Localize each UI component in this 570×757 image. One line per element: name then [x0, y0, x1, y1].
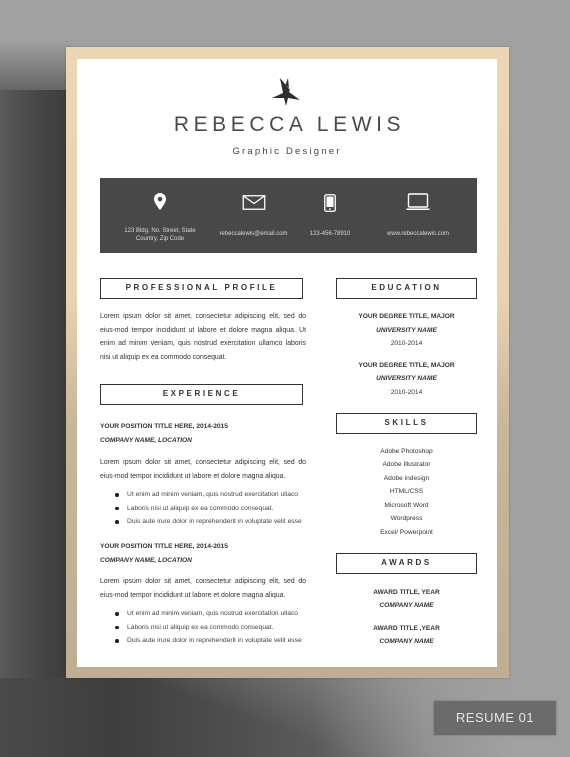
contact-website: www.rebeccalewis.com: [370, 178, 466, 253]
skill-item: Wordpress: [390, 515, 423, 522]
envelope-icon: [242, 195, 265, 210]
contact-band: 123 Bldg. No. Street, State Country, Zip…: [100, 178, 477, 253]
resume-label-badge: RESUME 01: [434, 701, 556, 735]
location-pin-icon: [154, 193, 166, 210]
award-company: COMPANY NAME: [379, 602, 434, 609]
job-description: Lorem ipsum dolor sit amet, consectetur …: [100, 578, 306, 599]
degree-title: YOUR DEGREE TITLE, MAJOR: [358, 362, 455, 369]
bullet-dot: [115, 493, 119, 497]
contact-email: rebeccalewis@email.com: [206, 178, 301, 253]
bullet-text: Duis aute irure dolor in reprehenderit i…: [127, 637, 302, 644]
skill-item: Adobe Photoshop: [380, 448, 433, 455]
bullet-dot: [115, 612, 119, 616]
job-bullets: Ut enim ad minim veniam, quis nostrud ex…: [100, 607, 310, 648]
university-name: UNIVERSITY NAME: [376, 327, 437, 334]
bullet-item: Ut enim ad minim veniam, quis nostrud ex…: [100, 607, 310, 621]
bullet-text: Laboris nisi ut aliquip ex ea commodo co…: [127, 623, 274, 631]
education-years: 2010-2014: [390, 389, 423, 396]
award-company: COMPANY NAME: [379, 638, 434, 645]
degree-title: YOUR DEGREE TITLE, MAJOR: [358, 313, 455, 320]
education-years: 2010-2014: [390, 340, 423, 347]
job-description: Lorem ipsum dolor sit amet, consectetur …: [100, 459, 306, 480]
awards-heading: AWARDS: [336, 553, 477, 574]
address-line-2: Country, Zip Code: [135, 236, 185, 242]
mobile-phone-icon: [324, 194, 336, 212]
job-company: COMPANY NAME, LOCATION: [100, 557, 192, 564]
skill-item: Adobe indesign: [383, 475, 430, 482]
bullet-item: Laboris nisi ut aliquip ex ea commodo co…: [100, 621, 310, 635]
skill-item: HTML/CSS: [389, 488, 424, 495]
bullet-text: Laboris nisi ut aliquip ex ea commodo co…: [127, 504, 274, 512]
skills-heading: SKILLS: [336, 413, 477, 434]
candidate-name: REBECCA LEWIS: [173, 113, 406, 136]
skill-item: Excel/ Powerpoint: [380, 529, 433, 536]
university-name: UNIVERSITY NAME: [376, 375, 437, 382]
skill-item: Microsoft Word: [384, 502, 429, 509]
bullet-item: Ut enim ad minim veniam, quis nostrud ex…: [100, 488, 310, 502]
abstract-bird-logo-icon: [272, 78, 300, 106]
bullet-text: Duis aute irure dolor in reprehenderit i…: [127, 518, 302, 525]
address-line-1: 123 Bldg. No. Street, State: [124, 228, 196, 234]
experience-heading: EXPERIENCE: [100, 384, 303, 405]
skill-item: Adobe Illustrator: [382, 461, 431, 468]
email-text[interactable]: rebeccalewis@email.com: [206, 230, 301, 238]
contact-address: 123 Bldg. No. Street, State Country, Zip…: [115, 178, 205, 253]
education-heading: EDUCATION: [336, 278, 477, 299]
laptop-icon: [406, 193, 430, 210]
phone-text: 123-456-78910: [309, 231, 351, 237]
background-shadow: [0, 90, 72, 757]
professional-profile-heading: PROFESSIONAL PROFILE: [100, 278, 303, 299]
job-title: YOUR POSITION TITLE HERE, 2014-2015: [100, 543, 228, 550]
bullet-dot: [115, 520, 119, 524]
award-title: AWARD TITLE ,YEAR: [373, 625, 440, 632]
website-text[interactable]: www.rebeccalewis.com: [370, 230, 466, 238]
job-title: YOUR POSITION TITLE HERE, 2014-2015: [100, 423, 228, 430]
bullet-item: Duis aute irure dolor in reprehenderit i…: [100, 515, 310, 529]
bullet-item: Laboris nisi ut aliquip ex ea commodo co…: [100, 502, 310, 516]
bullet-text: Ut enim ad minim veniam, quis nostrud ex…: [127, 491, 298, 498]
bullet-dot: [115, 506, 119, 510]
bullet-item: Duis aute irure dolor in reprehenderit i…: [100, 634, 310, 648]
award-title: AWARD TITLE, YEAR: [373, 589, 440, 596]
job-company: COMPANY NAME, LOCATION: [100, 437, 192, 444]
bullet-dot: [115, 639, 119, 643]
profile-text: Lorem ipsum dolor sit amet, consectetur …: [100, 313, 306, 361]
job-bullets: Ut enim ad minim veniam, quis nostrud ex…: [100, 488, 310, 529]
bullet-text: Ut enim ad minim veniam, quis nostrud ex…: [127, 610, 298, 617]
contact-phone: 123-456-78910: [290, 178, 370, 253]
bullet-dot: [115, 625, 119, 629]
candidate-title: Graphic Designer: [232, 146, 342, 157]
